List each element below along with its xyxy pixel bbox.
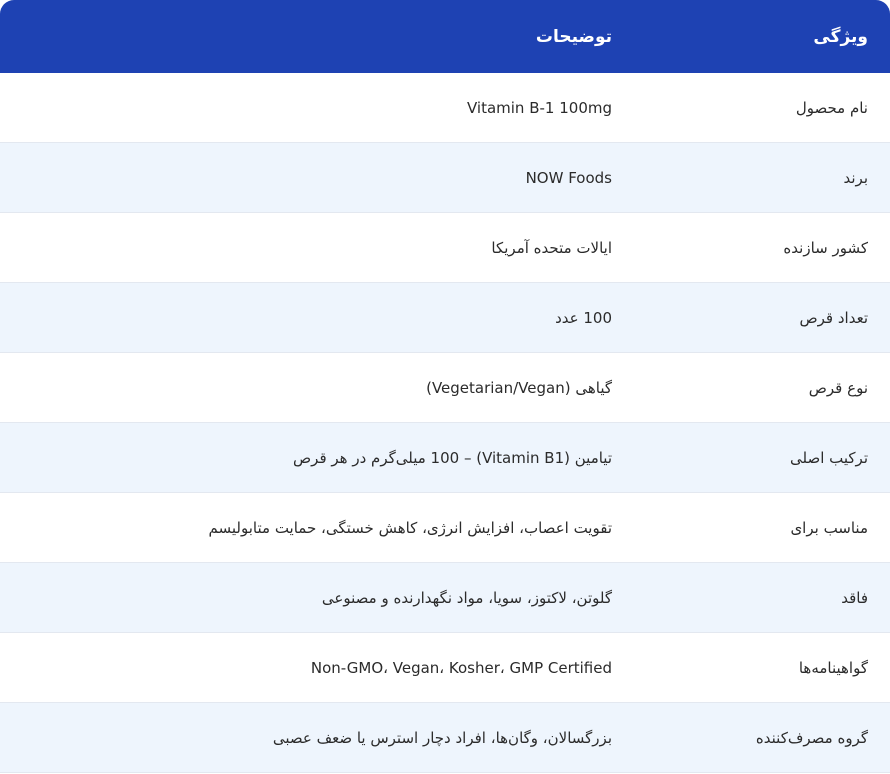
row-property: گواهینامه‌ها [646, 632, 890, 703]
table-row: گواهینامه‌ها Non-GMO، Vegan، Kosher، GMP… [0, 632, 890, 703]
row-property: فاقد [646, 562, 890, 633]
table-header-row: ویژگی توضیحات [0, 0, 890, 73]
row-description: گیاهی (Vegetarian/Vegan) [0, 352, 646, 423]
row-description: NOW Foods [0, 142, 646, 213]
table-row: نام محصول Vitamin B-1 100mg [0, 73, 890, 143]
row-description: ایالات متحده آمریکا [0, 212, 646, 283]
row-property: نوع قرص [646, 352, 890, 423]
header-property: ویژگی [646, 0, 890, 73]
row-description: Non-GMO، Vegan، Kosher، GMP Certified [0, 632, 646, 703]
table-row: کشور سازنده ایالات متحده آمریکا [0, 212, 890, 283]
product-spec-table: ویژگی توضیحات نام محصول Vitamin B-1 100m… [0, 0, 890, 773]
row-description: Vitamin B-1 100mg [0, 73, 646, 143]
row-property: تعداد قرص [646, 282, 890, 353]
spec-table-container: ویژگی توضیحات نام محصول Vitamin B-1 100m… [0, 0, 890, 773]
row-description: بزرگسالان، وگان‌ها، افراد دچار استرس یا … [0, 702, 646, 773]
table-row: تعداد قرص 100 عدد [0, 282, 890, 353]
table-row: فاقد گلوتن، لاکتوز، سویا، مواد نگهدارنده… [0, 562, 890, 633]
row-property: ترکیب اصلی [646, 422, 890, 493]
row-property: مناسب برای [646, 492, 890, 563]
table-row: ترکیب اصلی تیامین (Vitamin B1) – 100 میل… [0, 422, 890, 493]
row-property: برند [646, 142, 890, 213]
header-description: توضیحات [0, 0, 646, 73]
row-property: کشور سازنده [646, 212, 890, 283]
row-description: 100 عدد [0, 282, 646, 353]
row-property: نام محصول [646, 73, 890, 143]
table-row: مناسب برای تقویت اعصاب، افزایش انرژی، کا… [0, 492, 890, 563]
table-row: گروه مصرف‌کننده بزرگسالان، وگان‌ها، افرا… [0, 702, 890, 773]
table-row: نوع قرص گیاهی (Vegetarian/Vegan) [0, 352, 890, 423]
row-description: تیامین (Vitamin B1) – 100 میلی‌گرم در هر… [0, 422, 646, 493]
row-description: گلوتن، لاکتوز، سویا، مواد نگهدارنده و مص… [0, 562, 646, 633]
row-property: گروه مصرف‌کننده [646, 702, 890, 773]
row-description: تقویت اعصاب، افزایش انرژی، کاهش خستگی، ح… [0, 492, 646, 563]
table-row: برند NOW Foods [0, 142, 890, 213]
